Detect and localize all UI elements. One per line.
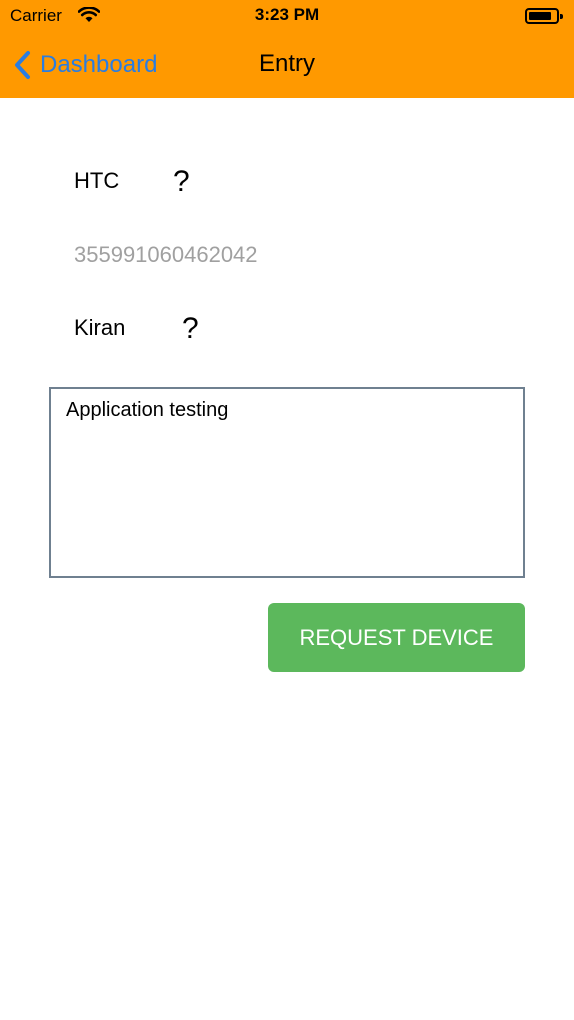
battery-icon	[525, 8, 563, 24]
user-help-button[interactable]: ?	[182, 312, 199, 346]
page-title: Entry	[258, 50, 315, 77]
navigation-bar: Carrier 3:23 PM Dashboard Entry	[0, 0, 574, 98]
status-time: 3:23 PM	[254, 5, 320, 24]
status-bar: Carrier 3:23 PM	[0, 0, 574, 32]
device-help-button[interactable]: ?	[173, 165, 190, 199]
imei-label: 355991060462042	[74, 242, 258, 267]
request-device-button[interactable]: REQUEST DEVICE	[268, 603, 525, 672]
entry-screen: Carrier 3:23 PM Dashboard Entry HTC ? 35…	[0, 0, 574, 1020]
user-name-label: Kiran	[74, 315, 126, 340]
purpose-textarea[interactable]: Application testing	[49, 387, 525, 578]
device-name-label: HTC	[74, 168, 120, 193]
